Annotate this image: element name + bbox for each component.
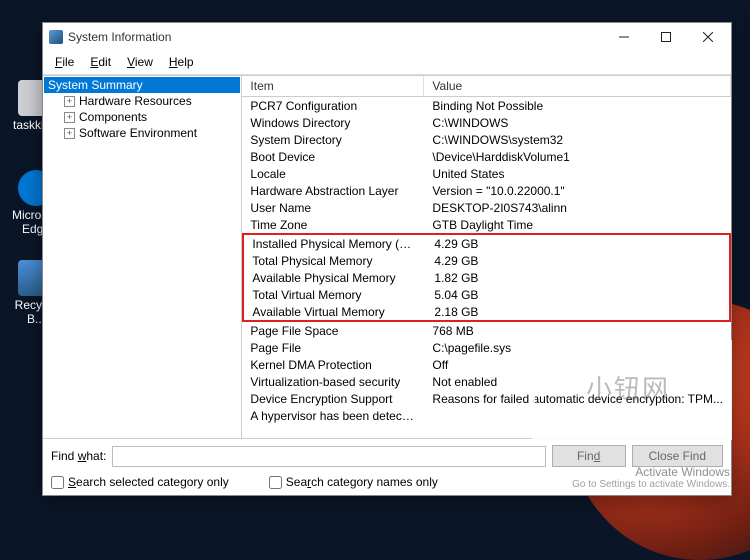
grid-row[interactable]: Available Virtual Memory2.18 GB [244,303,729,320]
grid-row[interactable]: Windows DirectoryC:\WINDOWS [242,114,731,131]
grid-row[interactable]: System DirectoryC:\WINDOWS\system32 [242,131,731,148]
grid-cell-value: 4.29 GB [426,252,729,269]
grid-cell-item: User Name [242,199,424,216]
tree-node-label: System Summary [48,78,143,92]
grid-row[interactable]: Hardware Abstraction LayerVersion = "10.… [242,182,731,199]
menu-file[interactable]: File [47,53,82,71]
tree-node-system-summary[interactable]: System Summary [44,77,240,93]
grid-row[interactable]: Kernel DMA ProtectionOff [242,356,731,373]
grid-cell-item: Total Physical Memory [244,252,426,269]
category-tree[interactable]: System Summary + Hardware Resources + Co… [44,77,240,141]
grid-row[interactable]: Page FileC:\pagefile.sys [242,339,731,356]
column-header-value[interactable]: Value [424,76,731,96]
grid-cell-value: GTB Daylight Time [424,216,731,233]
grid-cell-item: Page File [242,339,424,356]
grid-cell-value: 4.29 GB [426,235,729,252]
grid-row[interactable]: Virtualization-based securityNot enabled [242,373,731,390]
grid-cell-value: Reasons for failed automatic device encr… [424,390,731,407]
close-find-button[interactable]: Close Find [632,445,723,467]
grid-cell-value: 5.04 GB [426,286,729,303]
grid-row[interactable]: User NameDESKTOP-2I0S743\alinn [242,199,731,216]
grid-row[interactable]: LocaleUnited States [242,165,731,182]
grid-cell-value: C:\WINDOWS [424,114,731,131]
grid-cell-value: 1.82 GB [426,269,729,286]
expand-icon[interactable]: + [64,112,75,123]
minimize-button[interactable] [603,23,645,51]
details-grid[interactable]: Item Value PCR7 ConfigurationBinding Not… [242,76,731,438]
grid-cell-item: Page File Space [242,322,424,339]
tree-node-software-environment[interactable]: + Software Environment [44,125,240,141]
app-icon [49,30,63,44]
grid-cell-item: Total Virtual Memory [244,286,426,303]
tree-node-label: Components [79,110,147,124]
find-label: Find what: [51,449,106,463]
grid-cell-value: C:\WINDOWS\system32 [424,131,731,148]
tree-node-components[interactable]: + Components [44,109,240,125]
grid-row[interactable]: PCR7 ConfigurationBinding Not Possible [242,97,731,114]
tree-node-label: Software Environment [79,126,197,140]
window-title: System Information [68,30,603,44]
grid-cell-value: Version = "10.0.22000.1" [424,182,731,199]
menu-edit[interactable]: Edit [82,53,119,71]
grid-row[interactable]: Total Physical Memory4.29 GB [244,252,729,269]
grid-cell-item: System Directory [242,131,424,148]
grid-cell-item: PCR7 Configuration [242,97,424,114]
menubar: File Edit View Help [43,51,731,75]
grid-cell-item: Hardware Abstraction Layer [242,182,424,199]
grid-cell-value: Binding Not Possible [424,97,731,114]
memory-highlight-box: Installed Physical Memory (RAM)4.29 GBTo… [242,233,731,322]
menu-view[interactable]: View [119,53,161,71]
grid-cell-value: 2.18 GB [426,303,729,320]
grid-cell-value: Not enabled [424,373,731,390]
search-category-names-checkbox[interactable]: Search category names only [269,475,438,489]
grid-row[interactable]: Total Virtual Memory5.04 GB [244,286,729,303]
grid-cell-value: 768 MB [424,322,731,339]
content-area: System Summary + Hardware Resources + Co… [43,75,731,438]
expand-icon[interactable]: + [64,96,75,107]
grid-row[interactable]: Time ZoneGTB Daylight Time [242,216,731,233]
menu-help[interactable]: Help [161,53,202,71]
grid-cell-item: Virtualization-based security [242,373,424,390]
grid-cell-item: A hypervisor has been detected... [242,407,424,424]
details-pane: Item Value PCR7 ConfigurationBinding Not… [242,76,731,438]
grid-cell-value [424,407,731,424]
grid-row[interactable]: Available Physical Memory1.82 GB [244,269,729,286]
find-bar: Find what: Find Close Find Search select… [43,438,731,495]
system-information-window: System Information File Edit View Help S… [42,22,732,496]
titlebar[interactable]: System Information [43,23,731,51]
maximize-button[interactable] [645,23,687,51]
close-button[interactable] [687,23,729,51]
grid-cell-item: Available Physical Memory [244,269,426,286]
grid-row[interactable]: Installed Physical Memory (RAM)4.29 GB [244,235,729,252]
grid-cell-item: Windows Directory [242,114,424,131]
grid-cell-item: Installed Physical Memory (RAM) [244,235,426,252]
grid-row[interactable]: A hypervisor has been detected... [242,407,731,424]
find-input[interactable] [112,446,545,467]
grid-cell-value: United States [424,165,731,182]
grid-header[interactable]: Item Value [242,76,731,97]
grid-cell-value: \Device\HarddiskVolume1 [424,148,731,165]
find-button[interactable]: Find [552,445,626,467]
expand-icon[interactable]: + [64,128,75,139]
category-tree-pane: System Summary + Hardware Resources + Co… [43,76,242,438]
tree-node-label: Hardware Resources [79,94,192,108]
grid-cell-value: C:\pagefile.sys [424,339,731,356]
tree-node-hardware-resources[interactable]: + Hardware Resources [44,93,240,109]
grid-row[interactable]: Device Encryption SupportReasons for fai… [242,390,731,407]
grid-cell-item: Device Encryption Support [242,390,424,407]
column-header-item[interactable]: Item [242,76,424,96]
grid-cell-item: Boot Device [242,148,424,165]
grid-cell-item: Available Virtual Memory [244,303,426,320]
grid-row[interactable]: Page File Space768 MB [242,322,731,339]
grid-row[interactable]: Boot Device\Device\HarddiskVolume1 [242,148,731,165]
grid-cell-item: Locale [242,165,424,182]
grid-cell-value: Off [424,356,731,373]
grid-cell-value: DESKTOP-2I0S743\alinn [424,199,731,216]
search-selected-category-checkbox[interactable]: Search selected category only [51,475,229,489]
grid-cell-item: Time Zone [242,216,424,233]
grid-cell-item: Kernel DMA Protection [242,356,424,373]
